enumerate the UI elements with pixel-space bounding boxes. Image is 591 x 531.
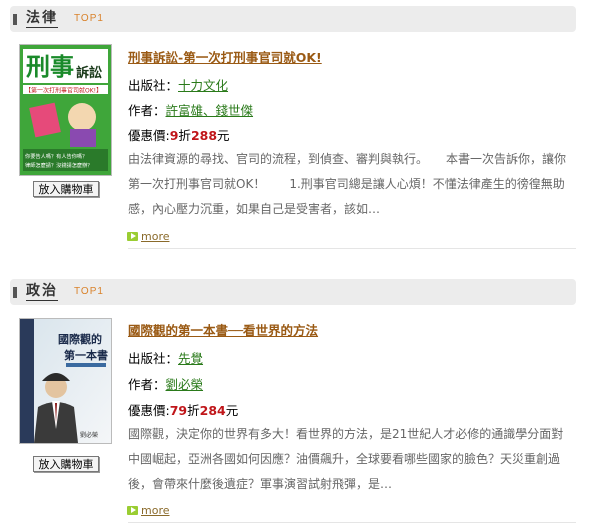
svg-text:你要告人嗎？有人告你嗎？: 你要告人嗎？有人告你嗎？	[25, 152, 87, 160]
category-label[interactable]: 政治	[26, 283, 58, 301]
top-badge: TOP1	[74, 286, 104, 297]
svg-text:國際觀的: 國際觀的	[58, 332, 102, 346]
more-link[interactable]: more	[127, 230, 170, 243]
section-header-politics: 政治 TOP1	[10, 279, 576, 305]
book-cover-art-icon: 國際觀的 第一本書 劉必榮	[20, 319, 111, 443]
more-link[interactable]: more	[127, 504, 170, 517]
add-to-cart-button[interactable]: 放入購物車	[33, 456, 99, 472]
author-label: 作者：	[128, 377, 166, 392]
author-row: 作者：許富雄、錢世傑	[128, 100, 253, 119]
author-link[interactable]: 許富雄、錢世傑	[166, 103, 254, 118]
book-cover-art-icon: 刑事 訴訟 【第一次打刑事官司就OK!】 你要告人嗎？有人告你嗎？ 律師怎麼請？…	[20, 45, 111, 175]
divider	[128, 248, 576, 249]
author-row: 作者：劉必榮	[128, 374, 203, 393]
discount-value: 79	[169, 403, 188, 418]
publisher-link[interactable]: 先覺	[178, 351, 203, 366]
author-link[interactable]: 劉必榮	[166, 377, 204, 392]
author-label: 作者：	[128, 103, 166, 118]
publisher-link[interactable]: 十力文化	[178, 78, 228, 93]
publisher-row: 出版社：先覺	[128, 348, 203, 367]
price-unit: 元	[225, 403, 239, 418]
svg-text:刑事: 刑事	[26, 53, 74, 81]
price-label: 優惠價:	[128, 403, 170, 418]
publisher-label: 出版社：	[128, 351, 179, 366]
book-cover-image[interactable]: 刑事 訴訟 【第一次打刑事官司就OK!】 你要告人嗎？有人告你嗎？ 律師怎麼請？…	[19, 44, 112, 176]
price-row: 優惠價:9折288元	[128, 125, 230, 144]
top-badge: TOP1	[74, 13, 104, 24]
add-to-cart-button[interactable]: 放入購物車	[33, 181, 99, 197]
price-unit: 元	[217, 128, 230, 143]
book-title-link[interactable]: 國際觀的第一本書──看世界的方法	[128, 320, 318, 339]
header-marker-icon	[13, 287, 17, 298]
svg-text:第一本書: 第一本書	[64, 348, 108, 362]
price-value: 288	[190, 128, 218, 143]
book-cover-image[interactable]: 國際觀的 第一本書 劉必榮	[19, 318, 112, 444]
svg-text:訴訟: 訴訟	[76, 65, 102, 81]
discount-unit: 折	[178, 128, 191, 143]
publisher-label: 出版社：	[128, 78, 179, 93]
svg-text:律師怎麼請？沒錢請怎麼辦？: 律師怎麼請？沒錢請怎麼辦？	[25, 161, 92, 169]
category-label[interactable]: 法律	[26, 10, 58, 28]
book-description: 由法律資源的尋找、官司的流程，到偵查、審判與執行。 本書一次告訴你，讓你第一次打…	[128, 152, 567, 216]
more-label[interactable]: more	[141, 504, 170, 517]
book-title-link[interactable]: 刑事訴訟-第一次打刑事官司就OK!	[128, 47, 322, 66]
svg-text:劉必榮: 劉必榮	[80, 431, 98, 439]
header-marker-icon	[13, 14, 17, 25]
svg-text:【第一次打刑事官司就OK!】: 【第一次打刑事官司就OK!】	[25, 87, 102, 95]
price-label: 優惠價:	[128, 128, 170, 143]
arrow-right-icon	[127, 506, 138, 515]
price-row: 優惠價:79折284元	[128, 400, 238, 419]
publisher-row: 出版社：十力文化	[128, 75, 228, 94]
section-header-law: 法律 TOP1	[10, 6, 576, 32]
book-description: 國際觀，決定你的世界有多大！看世界的方法，是21世紀人才必修的通識學分面對中國崛…	[128, 427, 564, 491]
more-label[interactable]: more	[141, 230, 170, 243]
arrow-right-icon	[127, 232, 138, 241]
divider	[128, 522, 576, 523]
discount-unit: 折	[187, 403, 200, 418]
price-value: 284	[199, 403, 226, 418]
